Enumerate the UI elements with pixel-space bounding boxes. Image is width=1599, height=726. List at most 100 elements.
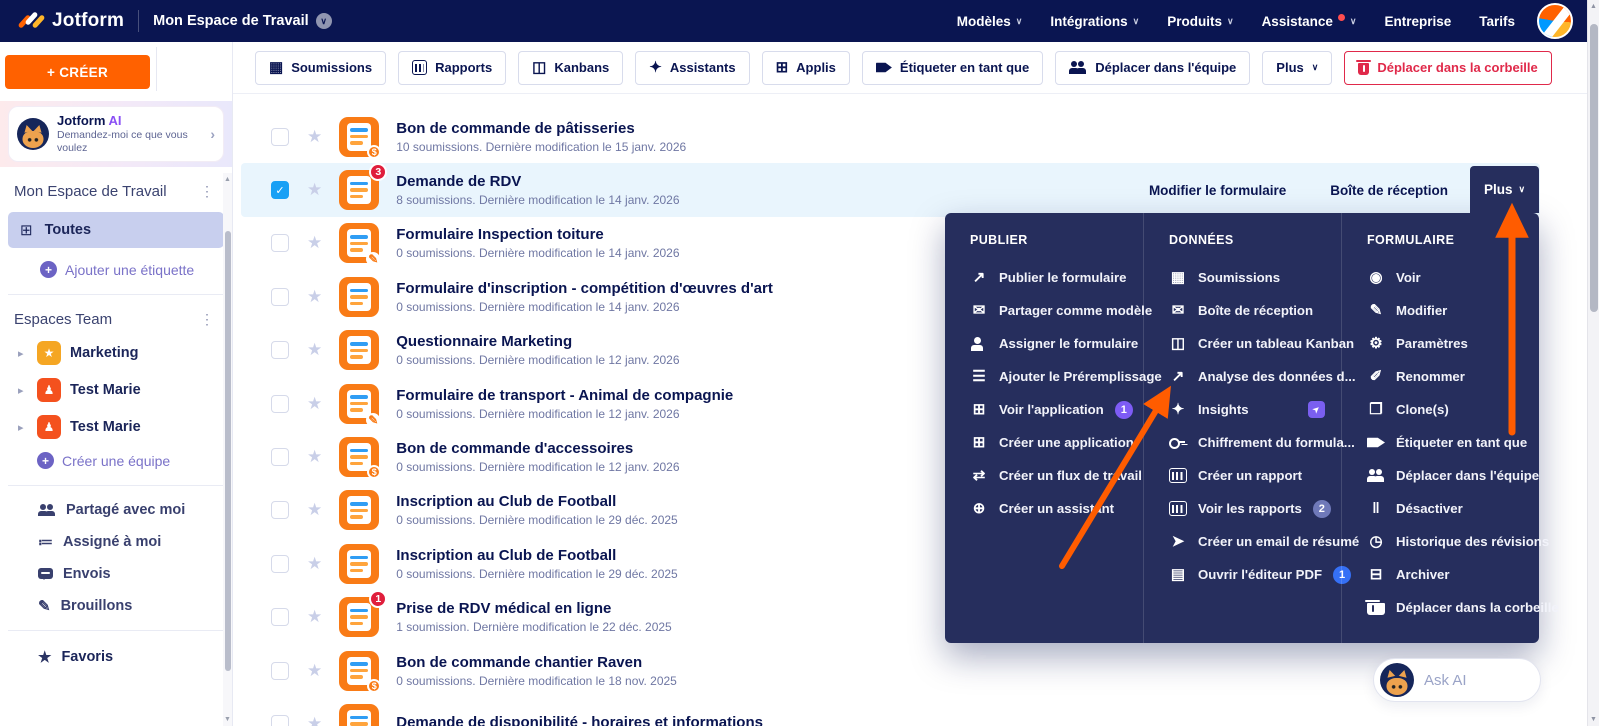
create-button[interactable]: + CRÉER (5, 55, 150, 89)
scroll-down-icon[interactable]: ▼ (1588, 716, 1599, 723)
row-checkbox[interactable] (271, 714, 289, 726)
favorite-star-icon[interactable]: ★ (307, 394, 322, 414)
menu-item-ouvrir-l-editeur-pdf[interactable]: ▤ Ouvrir l'éditeur PDF 1 (1169, 558, 1352, 591)
sidebar-item-envois[interactable]: Envois (38, 566, 232, 582)
menu-item-archiver[interactable]: ⊟ Archiver (1367, 558, 1539, 591)
row-checkbox[interactable]: ✓ (271, 181, 289, 200)
menu-item-voir[interactable]: ◉ Voir (1367, 261, 1539, 294)
menu-item-historique-des-revisions[interactable]: ◷ Historique des révisions (1367, 525, 1549, 558)
row-checkbox[interactable] (271, 341, 289, 360)
favorite-star-icon[interactable]: ★ (307, 607, 322, 627)
row-checkbox[interactable] (271, 127, 289, 146)
menu-item-insights[interactable]: ✦ Insights ➤ (1169, 393, 1341, 426)
favorite-star-icon[interactable]: ★ (307, 500, 322, 520)
menu-item-ajouter-le-preremplissage[interactable]: ☰ Ajouter le Préremplissage (970, 360, 1161, 393)
scroll-up-icon[interactable]: ▲ (1588, 3, 1599, 10)
menu-item-boite-de-reception[interactable]: ✉ Boîte de réception (1169, 294, 1341, 327)
row-checkbox[interactable] (271, 287, 289, 306)
favorite-star-icon[interactable]: ★ (307, 233, 322, 253)
menu-item-deplacer-dans-l-equipe[interactable]: Déplacer dans l'équipe (1367, 459, 1539, 492)
caret-icon[interactable]: ▸ (18, 421, 28, 434)
menu-item-assigner-le-formulaire[interactable]: Assigner le formulaire (970, 327, 1143, 360)
menu-item-voir-l-application[interactable]: ⊞ Voir l'application 1 (970, 393, 1143, 426)
menu-item-creer-un-flux-de-travail[interactable]: ⇄ Créer un flux de travail (970, 459, 1143, 492)
workspace-name[interactable]: Mon Espace de Travail (153, 13, 309, 29)
caret-icon[interactable]: ▸ (18, 347, 28, 360)
user-avatar[interactable] (1537, 3, 1573, 39)
menu-item-clone-s[interactable]: ❐ Clone(s) (1367, 393, 1539, 426)
table-row[interactable]: ✓ ★ 3 Demande de RDV 8 soumissions. Dernière… (241, 163, 1540, 217)
workspace-chevron-icon[interactable]: ∨ (315, 13, 332, 29)
kanbans-button[interactable]: ◫ Kanbans (518, 50, 624, 85)
row-checkbox[interactable] (271, 234, 289, 253)
menu-item-soumissions[interactable]: ▦ Soumissions (1169, 261, 1341, 294)
row-checkbox[interactable] (271, 448, 289, 467)
favorite-star-icon[interactable]: ★ (307, 447, 322, 467)
kebab-menu-icon[interactable]: ⋮ (196, 183, 218, 200)
menu-item-publier-le-formulaire[interactable]: ↗ Publier le formulaire (970, 261, 1143, 294)
scroll-down-icon[interactable]: ▼ (223, 716, 232, 723)
create-team-button[interactable]: + Créer une équipe (37, 452, 232, 469)
nav-tarifs[interactable]: Tarifs (1479, 14, 1515, 29)
soumissions-button[interactable]: ▦ Soumissions (255, 50, 387, 85)
menu-item-desactiver[interactable]: ‖ Désactiver (1367, 492, 1539, 525)
etiqueter-en-tant-que-button[interactable]: Étiqueter en tant que (861, 50, 1044, 85)
sidebar-team-marketing[interactable]: ▸ ★ Marketing (18, 341, 232, 365)
rapports-button[interactable]: Rapports (398, 50, 507, 85)
jotform-logo-icon[interactable] (17, 9, 46, 33)
favorite-star-icon[interactable]: ★ (307, 127, 322, 147)
nav-assistance[interactable]: Assistance ∨ (1262, 13, 1356, 29)
brand-name[interactable]: Jotform (52, 10, 124, 32)
menu-item-creer-un-tableau-kanban[interactable]: ◫ Créer un tableau Kanban (1169, 327, 1354, 360)
table-row[interactable]: ★ $ Bon de commande de pâtisseries 10 soumi… (241, 110, 1540, 163)
menu-item-deplacer-dans-la-corbeille[interactable]: Déplacer dans la corbeille (1365, 591, 1559, 624)
applis-button[interactable]: ⊞ Applis (761, 50, 850, 85)
table-row[interactable]: ★ Demande de disponibilité - horaires et … (241, 697, 1540, 726)
nav-modeles[interactable]: Modèles ∨ (957, 14, 1023, 29)
menu-item-analyse-des-donnees-d[interactable]: ↗ Analyse des données d... (1169, 360, 1356, 393)
sidebar-team-test-marie[interactable]: ▸ ♟ Test Marie (18, 378, 232, 402)
sidebar-scroll-thumb[interactable] (224, 231, 231, 671)
menu-item-modifier[interactable]: ✎ Modifier (1367, 294, 1539, 327)
add-label-button[interactable]: + Ajouter une étiquette (40, 261, 232, 278)
caret-icon[interactable]: ▸ (18, 384, 28, 397)
page-scroll-thumb[interactable] (1590, 24, 1598, 312)
row-checkbox[interactable] (271, 608, 289, 627)
favorite-star-icon[interactable]: ★ (307, 661, 322, 681)
sidebar-scrollbar[interactable]: ▲ ▼ (223, 173, 232, 726)
ask-ai-input[interactable]: Ask AI (1373, 658, 1541, 702)
favorite-star-icon[interactable]: ★ (307, 554, 322, 574)
menu-item-creer-une-application[interactable]: ⊞ Créer une application (970, 426, 1143, 459)
deplacer-dans-l-equipe-button[interactable]: Déplacer dans l'équipe (1055, 50, 1251, 85)
menu-item-creer-un-assistant[interactable]: ⊕ Créer un assistant (970, 492, 1143, 525)
menu-item-partager-comme-modele[interactable]: ✉ Partager comme modèle (970, 294, 1152, 327)
jotform-ai-card[interactable]: Jotform AI Demandez-moi ce que vous voul… (8, 106, 224, 162)
modify-form-link[interactable]: Modifier le formulaire (1149, 183, 1286, 198)
menu-item-creer-un-email-de-resume[interactable]: ➤ Créer un email de résumé (1169, 525, 1360, 558)
nav-produits[interactable]: Produits ∨ (1167, 14, 1233, 29)
favorite-star-icon[interactable]: ★ (307, 180, 322, 200)
sidebar-item-partage-avec-moi[interactable]: Partagé avec moi (38, 502, 232, 518)
sidebar-item-all-forms[interactable]: ⊞ Toutes (8, 212, 224, 248)
plus-button[interactable]: Plus ∨ (1262, 50, 1333, 85)
nav-entreprise[interactable]: Entreprise (1384, 14, 1451, 29)
menu-item-parametres[interactable]: ⚙ Paramètres (1367, 327, 1539, 360)
row-checkbox[interactable] (271, 661, 289, 680)
menu-item-creer-un-rapport[interactable]: Créer un rapport (1169, 459, 1341, 492)
menu-item-voir-les-rapports[interactable]: Voir les rapports 2 (1169, 492, 1341, 525)
menu-item-chiffrement-du-formula[interactable]: Chiffrement du formula... (1169, 426, 1355, 459)
sidebar-item-brouillons[interactable]: ✎ Brouillons (38, 598, 232, 614)
nav-integrations[interactable]: Intégrations ∨ (1050, 14, 1139, 29)
favorite-star-icon[interactable]: ★ (307, 287, 322, 307)
assistants-button[interactable]: ✦ Assistants (635, 50, 750, 85)
menu-item-etiqueter-en-tant-que[interactable]: Étiqueter en tant que (1367, 426, 1539, 459)
kebab-menu-icon[interactable]: ⋮ (196, 311, 218, 328)
scroll-up-icon[interactable]: ▲ (223, 176, 232, 183)
inbox-link[interactable]: Boîte de réception (1330, 183, 1448, 198)
favorite-star-icon[interactable]: ★ (307, 714, 322, 726)
sidebar-team-test-marie[interactable]: ▸ ♟ Test Marie (18, 415, 232, 439)
menu-item-renommer[interactable]: ✐ Renommer (1367, 360, 1539, 393)
deplacer-dans-la-corbeille-button[interactable]: Déplacer dans la corbeille (1344, 50, 1552, 85)
row-checkbox[interactable] (271, 554, 289, 573)
page-scrollbar[interactable]: ▲ ▼ (1587, 0, 1599, 726)
